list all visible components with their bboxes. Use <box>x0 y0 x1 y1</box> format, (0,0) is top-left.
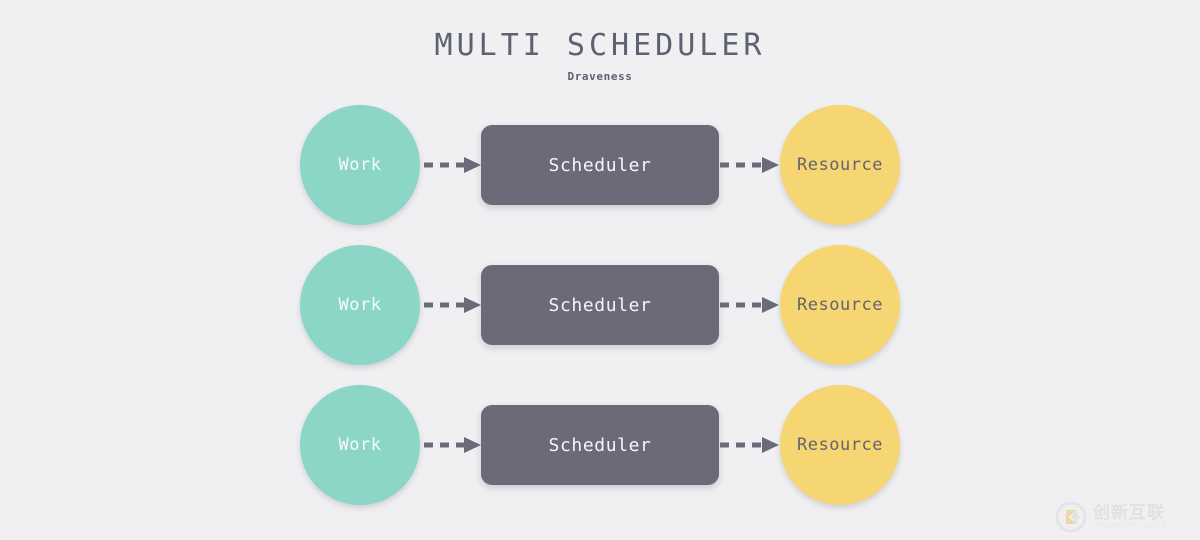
watermark-tagline: CHUANGXIN HULIAN <box>1093 523 1167 529</box>
brand-logo-icon <box>1055 501 1087 533</box>
diagram-row: Work Scheduler Resource <box>0 375 1200 515</box>
resource-node[interactable]: Resource <box>780 105 900 225</box>
work-node[interactable]: Work <box>300 105 420 225</box>
arrow-scheduler-to-resource <box>720 154 780 176</box>
resource-node[interactable]: Resource <box>780 385 900 505</box>
page-title: MULTI SCHEDULER <box>434 28 766 63</box>
watermark-brand-name: 创新互联 <box>1093 503 1165 523</box>
diagram-row: Work Scheduler Resource <box>0 95 1200 235</box>
arrow-work-to-scheduler <box>424 294 482 316</box>
work-node[interactable]: Work <box>300 245 420 365</box>
scheduler-node[interactable]: Scheduler <box>481 265 719 345</box>
diagram-canvas: MULTI SCHEDULER Draveness Work Scheduler… <box>0 0 1200 540</box>
watermark-text: 创新互联 CHUANGXIN HULIAN <box>1093 504 1166 530</box>
scheduler-node[interactable]: Scheduler <box>481 405 719 485</box>
arrow-scheduler-to-resource <box>720 434 780 456</box>
page-subtitle: Draveness <box>567 70 633 83</box>
arrow-work-to-scheduler <box>424 434 482 456</box>
work-node-label: Work <box>338 155 382 175</box>
resource-node-label: Resource <box>797 435 883 455</box>
arrow-work-to-scheduler <box>424 154 482 176</box>
header: MULTI SCHEDULER Draveness <box>0 0 1200 83</box>
work-node[interactable]: Work <box>300 385 420 505</box>
resource-node[interactable]: Resource <box>780 245 900 365</box>
work-node-label: Work <box>338 295 382 315</box>
work-node-label: Work <box>338 435 382 455</box>
scheduler-node-label: Scheduler <box>548 434 652 456</box>
resource-node-label: Resource <box>797 155 883 175</box>
arrow-scheduler-to-resource <box>720 294 780 316</box>
diagram-row: Work Scheduler Resource <box>0 235 1200 375</box>
resource-node-label: Resource <box>797 295 883 315</box>
scheduler-node-label: Scheduler <box>548 294 652 316</box>
watermark: 创新互联 CHUANGXIN HULIAN <box>1055 496 1195 538</box>
scheduler-node[interactable]: Scheduler <box>481 125 719 205</box>
scheduler-node-label: Scheduler <box>548 154 652 176</box>
